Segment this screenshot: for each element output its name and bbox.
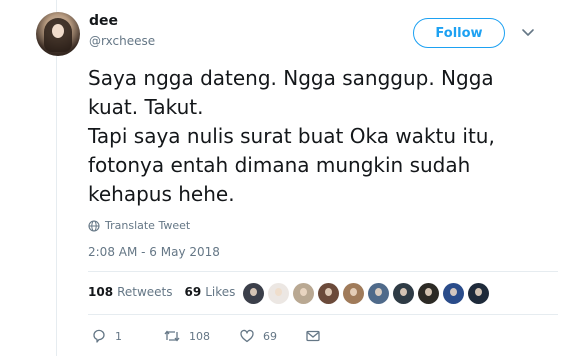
divider — [88, 271, 558, 272]
display-name[interactable]: dee — [89, 13, 118, 29]
like-count[interactable]: 69 — [185, 285, 202, 299]
liker-avatar[interactable] — [418, 283, 439, 304]
liker-avatar[interactable] — [443, 283, 464, 304]
tweet-timestamp[interactable]: 2:08 AM - 6 May 2018 — [88, 245, 220, 259]
tweet-actions: 1 108 69 — [88, 328, 348, 348]
envelope-icon — [306, 330, 320, 342]
liker-avatar[interactable] — [293, 283, 314, 304]
follow-button[interactable]: Follow — [413, 18, 505, 48]
chevron-down-icon[interactable] — [520, 24, 536, 40]
tweet-text: Saya ngga dateng. Ngga sanggup. Ngga kua… — [88, 66, 495, 206]
liker-avatar[interactable] — [318, 283, 339, 304]
retweets-label[interactable]: Retweets — [117, 285, 172, 299]
direct-message-button[interactable] — [305, 328, 321, 344]
tweet-stats: 108 Retweets 69 Likes — [88, 285, 235, 299]
retweet-icon — [164, 330, 180, 342]
liker-avatar[interactable] — [393, 283, 414, 304]
like-action-count: 69 — [263, 329, 277, 343]
liker-avatar[interactable] — [268, 283, 289, 304]
retweet-button[interactable]: 108 — [163, 328, 210, 344]
liker-avatar[interactable] — [468, 283, 489, 304]
liker-avatar[interactable] — [368, 283, 389, 304]
likers-avatars — [243, 283, 493, 304]
reply-count: 1 — [115, 329, 122, 343]
like-button[interactable]: 69 — [239, 328, 277, 344]
reply-button[interactable]: 1 — [91, 328, 122, 344]
divider — [88, 314, 558, 315]
retweet-count[interactable]: 108 — [88, 285, 113, 299]
liker-avatar[interactable] — [243, 283, 264, 304]
avatar[interactable] — [36, 12, 80, 56]
globe-icon — [88, 219, 100, 232]
likes-label[interactable]: Likes — [205, 285, 235, 299]
liker-avatar[interactable] — [343, 283, 364, 304]
reply-icon — [93, 329, 105, 343]
retweet-action-count: 108 — [189, 329, 210, 343]
translate-tweet-link[interactable]: Translate Tweet — [88, 219, 190, 232]
user-handle[interactable]: @rxcheese — [89, 34, 155, 48]
heart-icon — [240, 329, 254, 343]
translate-label[interactable]: Translate Tweet — [105, 219, 190, 232]
